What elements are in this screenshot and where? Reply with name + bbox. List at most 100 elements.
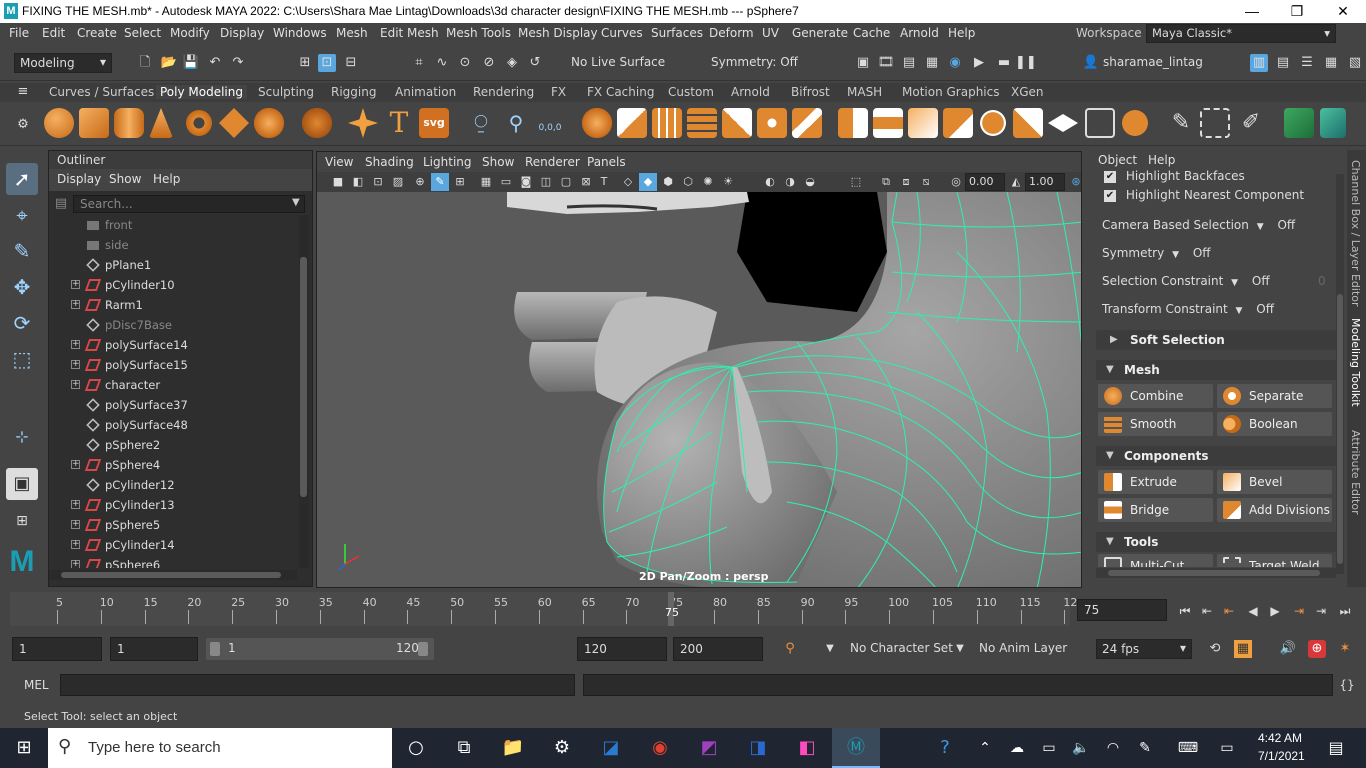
volume-icon[interactable]: 🔈 <box>1066 728 1096 768</box>
select-tool-icon[interactable]: ➚ <box>6 163 38 195</box>
outliner-row[interactable]: + pCylinder14 <box>49 535 297 555</box>
chevron-down-icon[interactable]: ▼ <box>951 640 969 658</box>
new-scene-icon[interactable]: 🗋 <box>136 54 154 72</box>
camera-based-selection-row[interactable]: Camera Based Selection ▼ Off <box>1102 218 1295 232</box>
insert-edge-loop-icon[interactable] <box>1200 108 1230 138</box>
wedge-icon[interactable] <box>1013 108 1043 138</box>
mesh-section[interactable]: ▼ Mesh <box>1096 360 1336 380</box>
anim-prefs-icon[interactable]: ⊕ <box>1308 640 1326 658</box>
taskbar-time[interactable]: 4:42 AM <box>1258 731 1302 745</box>
outlook-icon[interactable]: ◪ <box>587 728 635 768</box>
menu-help[interactable]: Help <box>948 26 975 40</box>
combine-shelf-icon[interactable] <box>582 108 612 138</box>
save-scene-icon[interactable]: 💾 <box>182 54 200 72</box>
character-set-dropdown[interactable]: No Character Set <box>845 639 953 659</box>
safe-title-icon[interactable]: ⊠ <box>577 173 595 191</box>
outliner-row[interactable]: + pCylinder10 <box>49 275 297 295</box>
notifications-icon[interactable]: ▤ <box>1318 728 1354 768</box>
camera-attributes-icon[interactable]: ◧ <box>349 173 367 191</box>
outliner-row[interactable]: pCylinder12 <box>49 475 297 495</box>
close-button[interactable]: ✕ <box>1320 0 1366 23</box>
highlight-backfaces-checkbox[interactable]: ✔ <box>1104 170 1116 183</box>
tab-custom[interactable]: Custom <box>668 85 714 99</box>
menu-deform[interactable]: Deform <box>709 26 754 40</box>
outliner-row[interactable]: front <box>49 215 297 235</box>
viewport-menu-view[interactable]: View <box>325 155 353 169</box>
svg-icon[interactable]: svg <box>419 108 449 138</box>
menu-curves[interactable]: Curves <box>601 26 643 40</box>
grid-toggle-icon[interactable]: ⊞ <box>451 173 469 191</box>
outliner-row[interactable]: pPlane1 <box>49 255 297 275</box>
open-scene-icon[interactable]: 📂 <box>160 54 178 72</box>
expand-icon[interactable]: + <box>71 380 80 389</box>
resolution-gate-icon[interactable]: ▭ <box>497 173 515 191</box>
channel-box-icon[interactable]: ▦ <box>1322 54 1340 72</box>
scale-tool-icon[interactable]: ⬚ <box>6 343 38 375</box>
lasso-tool-icon[interactable]: ⌖ <box>6 199 38 231</box>
settings-gear-icon[interactable]: ⚙ <box>538 728 586 768</box>
components-section[interactable]: ▼ Components <box>1096 446 1336 466</box>
menu-uv[interactable]: UV <box>762 26 779 40</box>
viewport-menu-renderer[interactable]: Renderer <box>525 155 580 169</box>
soft-selection-section[interactable]: ▶ Soft Selection <box>1096 330 1336 350</box>
outliner-row[interactable]: + pCylinder13 <box>49 495 297 515</box>
step-forward-key-icon[interactable]: ⇥ <box>1312 602 1330 620</box>
tab-curves-surfaces[interactable]: Curves / Surfaces <box>49 85 154 99</box>
help-circle-icon[interactable]: ? <box>930 728 960 768</box>
menu-edit[interactable]: Edit <box>42 26 65 40</box>
expand-icon[interactable]: + <box>71 540 80 549</box>
loop-icon[interactable]: ⟲ <box>1206 640 1224 658</box>
step-back-key-icon[interactable]: ⇤ <box>1198 602 1216 620</box>
outliner-row[interactable]: pDisc7Base <box>49 315 297 335</box>
four-view-layout-icon[interactable]: ⊞ <box>6 505 38 537</box>
redo-icon[interactable]: ↷ <box>229 54 247 72</box>
exposure-field[interactable]: 0.00 <box>965 173 1005 191</box>
outliner-hscroll-thumb[interactable] <box>61 572 281 578</box>
outliner-filter-icon[interactable]: ▤ <box>52 195 70 213</box>
make-live-icon[interactable]: ↺ <box>526 54 544 72</box>
minimize-button[interactable]: — <box>1229 0 1275 23</box>
windows-start-icon[interactable]: ⊞ <box>0 728 48 768</box>
outliner-toggle-icon[interactable]: ▧ <box>1346 54 1364 72</box>
select-by-object-icon[interactable]: ⊡ <box>318 54 336 72</box>
sound-icon[interactable]: 🔊 <box>1279 640 1297 658</box>
onenote-icon[interactable]: ◩ <box>685 728 733 768</box>
outliner-row[interactable]: + character <box>49 375 297 395</box>
smooth-button[interactable]: Smooth <box>1098 412 1213 436</box>
poly-plane-icon[interactable] <box>219 108 249 138</box>
menu-modify[interactable]: Modify <box>170 26 210 40</box>
transform-constraint-row[interactable]: Transform Constraint ▼ Off <box>1102 302 1274 316</box>
gamma-field[interactable]: 1.00 <box>1025 173 1065 191</box>
image-plane-icon[interactable]: ▨ <box>389 173 407 191</box>
color-management-icon[interactable]: ⊛ <box>1067 173 1081 191</box>
shadows-icon[interactable]: ☀ <box>719 173 737 191</box>
render-current-frame-icon[interactable]: 🎞 <box>877 54 895 72</box>
poly-torus-icon[interactable] <box>184 108 214 138</box>
desktop-icon[interactable]: ▭ <box>1212 728 1242 768</box>
cache-playback-icon[interactable]: ▦ <box>1234 640 1252 658</box>
render-settings-icon[interactable]: ▦ <box>923 54 941 72</box>
menu-select[interactable]: Select <box>124 26 161 40</box>
toolkit-menu-object[interactable]: Object <box>1098 153 1137 167</box>
move-tool-icon[interactable]: ✥ <box>6 271 38 303</box>
outliner-menu-help[interactable]: Help <box>153 172 180 186</box>
select-by-component-icon[interactable]: ⊟ <box>342 54 360 72</box>
center-pivot-icon[interactable]: 0,0,0 <box>535 108 565 138</box>
go-to-end-icon[interactable]: ⏭ <box>1336 602 1354 620</box>
expand-icon[interactable]: + <box>71 520 80 529</box>
time-slider[interactable]: 5 10 15 20 25 30 35 40 45 50 55 60 65 70 75 80 85 90 95 100… <box>0 592 1366 630</box>
word-icon[interactable]: ◨ <box>734 728 782 768</box>
viewport-menu-show[interactable]: Show <box>482 155 514 169</box>
selection-constraint-row[interactable]: Selection Constraint ▼ Off 0 <box>1102 274 1332 288</box>
screen-space-ao-icon[interactable]: ◐ <box>761 173 779 191</box>
motion-blur-icon[interactable]: ◑ <box>781 173 799 191</box>
toggle-panels-icon[interactable]: ▥ <box>1250 54 1268 72</box>
fill-hole-icon[interactable] <box>792 108 822 138</box>
ipr-render-icon[interactable]: ▤ <box>900 54 918 72</box>
multi-cut-button[interactable]: Multi-Cut <box>1098 554 1213 567</box>
poly-cylinder-icon[interactable] <box>114 108 144 138</box>
range-start-handle[interactable] <box>210 642 220 656</box>
tab-bifrost[interactable]: Bifrost <box>791 85 830 99</box>
onedrive-icon[interactable]: ☁ <box>1002 728 1032 768</box>
poly-cone-icon[interactable] <box>149 108 173 138</box>
